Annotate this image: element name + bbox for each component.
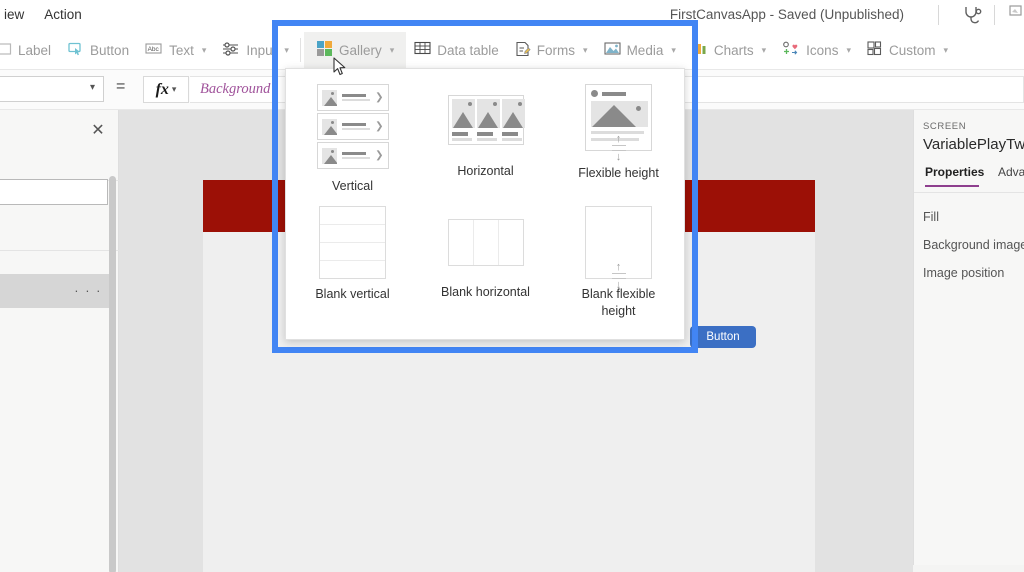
gallery-blank-flexible-height-icon: ↑ ↓: [585, 206, 652, 291]
app-save-status: FirstCanvasApp - Saved (Unpublished): [669, 7, 904, 22]
ribbon-item-custom-text: Custom: [888, 42, 936, 58]
resize-handle-icon: ↑ ↓: [610, 261, 628, 291]
gallery-option-blank-horizontal[interactable]: Blank horizontal: [419, 219, 552, 301]
mouse-cursor-icon: [333, 57, 347, 77]
gallery-horizontal-icon: [447, 95, 525, 145]
label-icon: [0, 41, 12, 60]
ribbon-item-button[interactable]: Button: [59, 32, 137, 68]
gallery-option-blank-vertical-label: Blank vertical: [315, 287, 390, 301]
svg-text:Abc: Abc: [148, 46, 160, 53]
ribbon-item-label[interactable]: Label: [0, 32, 59, 68]
gallery-option-blank-flexible-height-label: Blank flexible height: [581, 287, 656, 318]
custom-blocks-icon: [867, 41, 883, 59]
gallery-option-blank-horizontal-label: Blank horizontal: [441, 285, 530, 299]
chevron-down-icon: ▾: [943, 44, 949, 55]
button-icon: [67, 40, 84, 60]
menu-item-action[interactable]: Action: [34, 0, 92, 30]
ribbon-item-charts-text: Charts: [713, 42, 754, 58]
gallery-option-blank-flexible-height[interactable]: ↑ ↓ Blank flexible height: [552, 206, 685, 320]
property-image-position[interactable]: Image position: [923, 266, 1004, 280]
gallery-option-flexible-height[interactable]: ↑ ↓ Flexible height: [552, 84, 685, 182]
tab-properties[interactable]: Properties: [925, 165, 984, 179]
stethoscope-icon[interactable]: [960, 4, 984, 26]
ribbon-item-custom[interactable]: Custom ▾: [859, 32, 956, 68]
chevron-down-icon: ▾: [201, 44, 207, 55]
search-input[interactable]: [0, 179, 108, 205]
chevron-down-icon: ▾: [171, 84, 177, 94]
chevron-down-icon: ▾: [89, 82, 95, 93]
property-dropdown[interactable]: ▾: [0, 76, 104, 102]
fx-button[interactable]: fx ▾: [143, 76, 189, 103]
menu-item-view[interactable]: iew: [0, 0, 34, 30]
equals-sign: =: [116, 78, 126, 95]
property-fill[interactable]: Fill: [923, 210, 939, 224]
left-panel-scrollbar[interactable]: [109, 176, 116, 572]
menubar-divider-2: [994, 5, 995, 25]
overflow-menu-icon[interactable]: · · ·: [74, 283, 102, 298]
icons-shapes-icon: [782, 41, 800, 60]
screen-button-label: Button: [706, 331, 740, 343]
properties-panel-divider: [914, 192, 1024, 193]
tree-item-selected[interactable]: · · ·: [0, 274, 110, 308]
ribbon-item-button-text: Button: [90, 42, 130, 58]
gallery-option-vertical[interactable]: ❯ ❯ ❯ Vertical: [286, 84, 419, 195]
share-icon[interactable]: [1008, 4, 1024, 26]
gallery-flyout-menu: ❯ ❯ ❯ Vertical Horizontal ↑ ↓ Flexible h…: [285, 68, 685, 340]
active-tab-underline: [925, 185, 979, 187]
text-abc-icon: Abc: [145, 41, 163, 60]
gallery-option-blank-vertical[interactable]: Blank vertical: [286, 206, 419, 303]
gallery-option-horizontal[interactable]: Horizontal: [419, 95, 552, 180]
gallery-option-flexible-height-label: Flexible height: [578, 166, 659, 180]
formula-text: Background: [200, 81, 271, 97]
screen-button-control[interactable]: Button: [690, 326, 756, 348]
gallery-option-horizontal-label: Horizontal: [457, 164, 514, 178]
tab-advanced[interactable]: Advan: [998, 165, 1024, 179]
ribbon-item-icons-text: Icons: [806, 42, 839, 58]
ribbon-item-label-text: Label: [18, 42, 52, 58]
properties-panel: SCREEN VariablePlayTwo Properties Advan …: [913, 110, 1024, 565]
chevron-down-icon: ▾: [846, 44, 851, 55]
input-sliders-icon: [222, 41, 240, 60]
properties-panel-kicker: SCREEN: [923, 121, 967, 132]
gallery-option-vertical-label: Vertical: [332, 179, 373, 193]
ribbon-item-text-text: Text: [169, 42, 194, 58]
gallery-blank-horizontal-icon: [447, 219, 524, 266]
left-panel-divider-2: [0, 250, 119, 251]
resize-handle-icon: ↑ ↓: [610, 133, 628, 163]
properties-panel-tabs: Properties Advan: [914, 165, 1024, 191]
gallery-blank-vertical-icon: [319, 206, 386, 279]
fx-label: fx: [155, 80, 169, 98]
properties-panel-screen-name: VariablePlayTwo: [923, 136, 1024, 153]
menubar-divider-1: [938, 5, 939, 25]
ribbon-item-text[interactable]: Abc Text ▾: [137, 32, 214, 68]
powerapps-studio-window: iew Action FirstCanvasApp - Saved (Unpub…: [0, 0, 1024, 572]
gallery-flexible-height-icon: ↑ ↓: [585, 84, 652, 163]
gallery-vertical-icon: ❯ ❯ ❯: [316, 84, 389, 171]
close-icon[interactable]: ✕: [89, 122, 107, 140]
chevron-down-icon: ▾: [761, 44, 767, 55]
property-background-image[interactable]: Background image: [923, 238, 1024, 252]
ribbon-item-icons[interactable]: Icons ▾: [774, 32, 859, 68]
left-tree-panel: ✕ nts · · ·: [0, 110, 119, 572]
